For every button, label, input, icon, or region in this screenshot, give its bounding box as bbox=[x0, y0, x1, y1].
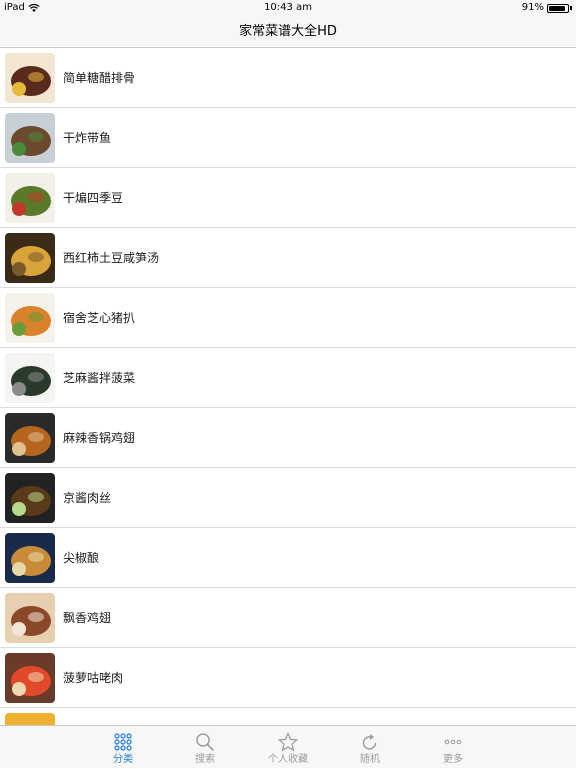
recipe-list[interactable]: 简单糖醋排骨 干炸带鱼干煸四季豆西红柿土豆咸笋汤 宿舍芝心猪扒 芝麻酱拌菠菜 麻辣香锅鸡… bbox=[0, 48, 576, 725]
list-item[interactable] bbox=[0, 708, 576, 725]
list-item[interactable]: 简单糖醋排骨 bbox=[0, 48, 576, 108]
recipe-thumbnail bbox=[5, 713, 55, 725]
recipe-name: 干煸四季豆 bbox=[63, 191, 124, 205]
battery-tip bbox=[570, 6, 572, 10]
navigation-bar: 家常菜谱大全HD bbox=[0, 16, 576, 48]
list-item[interactable]: 尖椒酿 bbox=[0, 528, 576, 588]
refresh-icon bbox=[362, 734, 377, 750]
tab-star[interactable]: 个人收藏 bbox=[258, 726, 318, 769]
recipe-name: 麻辣香锅鸡翅 bbox=[63, 431, 136, 445]
tab-search[interactable]: 搜索 bbox=[175, 726, 235, 769]
list-item[interactable]: 芝麻酱拌菠菜 bbox=[0, 348, 576, 408]
list-item[interactable]: 麻辣香锅鸡翅 bbox=[0, 408, 576, 468]
recipe-name: 尖椒酿 bbox=[63, 551, 100, 565]
recipe-name: 芝麻酱拌菠菜 bbox=[63, 371, 136, 385]
tab-label: 更多 bbox=[443, 754, 463, 765]
recipe-thumbnail bbox=[5, 353, 55, 403]
battery-level bbox=[549, 5, 566, 11]
recipe-thumbnail bbox=[5, 473, 55, 523]
list-item[interactable]: 菠萝咕咾肉 bbox=[0, 648, 576, 708]
recipe-thumbnail bbox=[5, 593, 55, 643]
recipe-name: 菠萝咕咾肉 bbox=[63, 671, 124, 685]
recipe-thumbnail bbox=[5, 653, 55, 703]
search-icon bbox=[196, 733, 215, 752]
recipe-name: 干炸带鱼 bbox=[63, 131, 112, 145]
tab-refresh[interactable]: 随机 bbox=[340, 726, 400, 769]
recipe-name: 宿舍芝心猪扒 bbox=[63, 311, 136, 325]
tab-label: 分类 bbox=[113, 754, 133, 765]
tab-label: 搜索 bbox=[195, 754, 215, 765]
recipe-thumbnail bbox=[5, 53, 55, 103]
page-title: 家常菜谱大全HD bbox=[239, 24, 337, 39]
tab-label: 随机 bbox=[360, 754, 380, 765]
recipe-name: 简单糖醋排骨 bbox=[63, 71, 136, 85]
recipe-name: 京酱肉丝 bbox=[63, 491, 112, 505]
tab-grid[interactable]: 分类 bbox=[93, 726, 153, 769]
recipe-name: 西红柿土豆咸笋汤 bbox=[63, 251, 160, 265]
status-bar: iPad 10:43 am 91% bbox=[0, 0, 576, 16]
grid-icon bbox=[114, 733, 132, 751]
recipe-thumbnail bbox=[5, 233, 55, 283]
tab-label: 个人收藏 bbox=[268, 754, 308, 765]
list-item[interactable]: 西红柿土豆咸笋汤 bbox=[0, 228, 576, 288]
status-time: 10:43 am bbox=[264, 2, 312, 13]
status-right: 91% bbox=[522, 0, 572, 16]
tab-more[interactable]: 更多 bbox=[423, 726, 483, 769]
list-item[interactable]: 干炸带鱼 bbox=[0, 108, 576, 168]
battery-icon bbox=[547, 3, 569, 13]
tab-bar: 分类 搜索 个人收藏 随机 更多 bbox=[0, 725, 576, 768]
recipe-thumbnail bbox=[5, 413, 55, 463]
list-item[interactable]: 干煸四季豆 bbox=[0, 168, 576, 228]
recipe-thumbnail bbox=[5, 173, 55, 223]
recipe-name: 飘香鸡翅 bbox=[63, 611, 112, 625]
recipe-thumbnail bbox=[5, 293, 55, 343]
list-item[interactable]: 宿舍芝心猪扒 bbox=[0, 288, 576, 348]
list-item[interactable]: 京酱肉丝 bbox=[0, 468, 576, 528]
star-icon bbox=[278, 732, 298, 752]
recipe-thumbnail bbox=[5, 113, 55, 163]
battery-percent: 91% bbox=[521, 2, 544, 13]
recipe-thumbnail bbox=[5, 533, 55, 583]
list-item[interactable]: 飘香鸡翅 bbox=[0, 588, 576, 648]
more-icon bbox=[444, 739, 462, 745]
